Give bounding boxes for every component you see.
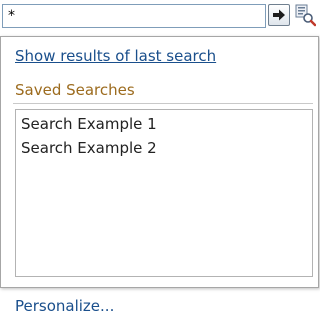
saved-search-item[interactable]: Search Example 2 [16, 136, 312, 160]
search-input[interactable] [2, 4, 266, 28]
saved-search-item[interactable]: Search Example 1 [16, 112, 312, 136]
advanced-search-icon[interactable] [294, 3, 317, 27]
saved-searches-heading: Saved Searches [15, 81, 135, 99]
search-toolbar [0, 0, 320, 36]
arrow-right-icon [273, 9, 285, 21]
go-button[interactable] [268, 4, 290, 26]
personalize-link[interactable]: Personalize... [15, 297, 114, 315]
section-divider [13, 103, 313, 104]
show-last-search-link[interactable]: Show results of last search [15, 47, 216, 65]
saved-searches-list[interactable]: Search Example 1 Search Example 2 [15, 109, 313, 277]
search-dropdown-panel: Show results of last search Saved Search… [0, 36, 319, 315]
